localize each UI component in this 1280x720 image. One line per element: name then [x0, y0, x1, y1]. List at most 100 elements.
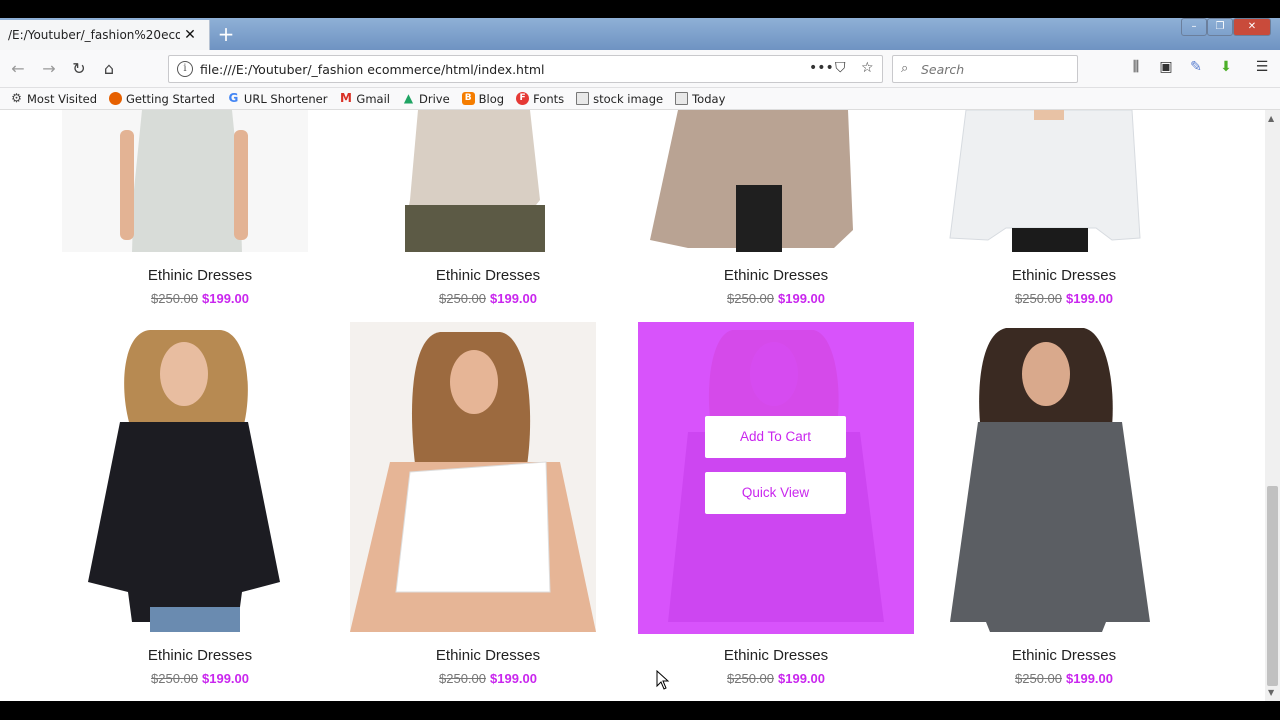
product-image[interactable]: [350, 110, 596, 252]
search-input[interactable]: [921, 60, 1071, 78]
minimize-icon[interactable]: –: [1181, 18, 1207, 36]
bookmark-getting-started[interactable]: Getting Started: [109, 92, 215, 106]
gear-icon: ⚙: [11, 91, 22, 105]
product-price: $250.00 $199.00: [344, 291, 632, 306]
model-figure: [88, 330, 280, 632]
sale-price: $199.00: [778, 291, 825, 306]
scroll-up-icon[interactable]: ▲: [1268, 114, 1274, 123]
fonts-icon: F: [516, 92, 530, 105]
url-text[interactable]: file:///E:/Youtuber/_fashion ecommerce/h…: [200, 62, 545, 77]
scroll-down-icon[interactable]: ▼: [1268, 688, 1274, 697]
product-name[interactable]: Ethinic Dresses: [56, 647, 344, 664]
url-bar[interactable]: i file:///E:/Youtuber/_fashion ecommerce…: [168, 55, 883, 83]
bookmark-gmail[interactable]: M Gmail: [339, 92, 390, 106]
drive-icon: ▲: [403, 91, 414, 105]
bookmark-url-shortener[interactable]: G URL Shortener: [227, 91, 328, 106]
bookmark-stock-image[interactable]: stock image: [576, 92, 663, 106]
product-name[interactable]: Ethinic Dresses: [632, 267, 920, 284]
search-bar[interactable]: ⌕: [892, 55, 1078, 83]
product-name[interactable]: Ethinic Dresses: [632, 647, 920, 664]
sale-price: $199.00: [778, 671, 825, 686]
product-name[interactable]: Ethinic Dresses: [920, 647, 1208, 664]
active-tab[interactable]: /E:/Youtuber/_fashion%20ecommerce ✕: [0, 20, 210, 50]
product-image[interactable]: [62, 110, 308, 252]
product-name[interactable]: Ethinic Dresses: [920, 267, 1208, 284]
page-actions-icon[interactable]: •••: [809, 60, 834, 76]
bookmark-label: URL Shortener: [243, 91, 328, 106]
old-price: $250.00: [151, 671, 198, 686]
window-top-bar: [0, 0, 1280, 18]
top-figure: [405, 110, 545, 252]
bookmark-star-icon[interactable]: ☆: [861, 60, 874, 76]
folder-icon: [576, 92, 590, 105]
old-price: $250.00: [1015, 671, 1062, 686]
bookmark-most-visited[interactable]: ⚙ Most Visited: [10, 92, 97, 106]
home-icon[interactable]: ⌂: [97, 58, 121, 80]
quick-view-button[interactable]: Quick View: [705, 472, 846, 514]
forward-icon[interactable]: →: [37, 58, 61, 80]
new-tab-icon[interactable]: +: [214, 22, 238, 46]
info-icon[interactable]: i: [177, 61, 193, 77]
close-tab-icon[interactable]: ✕: [180, 27, 200, 43]
product-image[interactable]: [926, 322, 1172, 632]
bookmark-today[interactable]: Today: [675, 92, 725, 106]
eyedropper-icon[interactable]: ✎: [1186, 59, 1206, 79]
bookmark-label: Most Visited: [27, 91, 97, 106]
product-price: $250.00 $199.00: [344, 671, 632, 686]
sale-price: $199.00: [1066, 671, 1113, 686]
sale-price: $199.00: [490, 671, 537, 686]
bookmark-label: Blog: [478, 91, 505, 106]
bookmarks-bar: ⚙ Most Visited Getting Started G URL Sho…: [0, 88, 1280, 110]
cardigan-figure: [650, 110, 853, 252]
mouse-cursor-icon: [656, 670, 670, 690]
product-price: $250.00 $199.00: [632, 671, 920, 686]
vertical-scrollbar[interactable]: ▲ ▼: [1265, 110, 1280, 701]
menu-icon[interactable]: ☰: [1252, 59, 1272, 79]
old-price: $250.00: [439, 291, 486, 306]
pocket-icon[interactable]: ⛉: [835, 60, 846, 76]
bookmark-drive[interactable]: ▲ Drive: [402, 92, 450, 106]
sale-price: $199.00: [1066, 291, 1113, 306]
restore-icon[interactable]: ❐: [1207, 18, 1233, 36]
product-image[interactable]: [926, 110, 1172, 252]
download-icon[interactable]: ⬇: [1216, 59, 1236, 79]
tab-title: /E:/Youtuber/_fashion%20ecommerce: [8, 28, 180, 42]
blogger-icon: B: [461, 92, 475, 105]
close-window-icon[interactable]: ✕: [1233, 18, 1271, 36]
library-icon[interactable]: ⫼: [1126, 59, 1146, 79]
old-price: $250.00: [1015, 291, 1062, 306]
old-price: $250.00: [439, 671, 486, 686]
taskbar-edge: [0, 701, 1280, 720]
product-name[interactable]: Ethinic Dresses: [344, 267, 632, 284]
product-image[interactable]: [638, 110, 884, 252]
bookmark-label: Fonts: [533, 91, 565, 106]
product-price: $250.00 $199.00: [920, 671, 1208, 686]
bookmark-label: Gmail: [356, 91, 390, 106]
folder-icon: [675, 92, 689, 105]
old-price: $250.00: [727, 671, 774, 686]
scroll-thumb[interactable]: [1267, 486, 1278, 686]
sidebar-icon[interactable]: ▣: [1156, 59, 1176, 79]
dress-figure: [120, 110, 248, 252]
product-name[interactable]: Ethinic Dresses: [344, 647, 632, 664]
google-icon: G: [228, 91, 239, 105]
search-icon: ⌕: [901, 61, 909, 76]
bookmark-blog[interactable]: B Blog: [461, 91, 505, 106]
blouse-figure: [949, 110, 1141, 252]
bookmark-label: Drive: [418, 91, 450, 106]
product-name[interactable]: Ethinic Dresses: [56, 267, 344, 284]
product-price: $250.00 $199.00: [56, 291, 344, 306]
tab-bar: /E:/Youtuber/_fashion%20ecommerce ✕ + – …: [0, 18, 1280, 50]
reload-icon[interactable]: ↻: [67, 58, 91, 80]
old-price: $250.00: [151, 291, 198, 306]
product-image[interactable]: [62, 322, 308, 632]
add-to-cart-button[interactable]: Add To Cart: [705, 416, 846, 458]
product-image-hovered[interactable]: Add To Cart Quick View: [638, 322, 914, 634]
bookmark-fonts[interactable]: F Fonts: [516, 92, 564, 106]
product-price: $250.00 $199.00: [920, 291, 1208, 306]
back-icon[interactable]: ←: [6, 58, 30, 80]
model-figure: [350, 332, 596, 632]
product-image[interactable]: [350, 322, 596, 632]
page-content: Ethinic Dresses $250.00 $199.00 Ethinic D…: [0, 110, 1265, 701]
old-price: $250.00: [727, 291, 774, 306]
